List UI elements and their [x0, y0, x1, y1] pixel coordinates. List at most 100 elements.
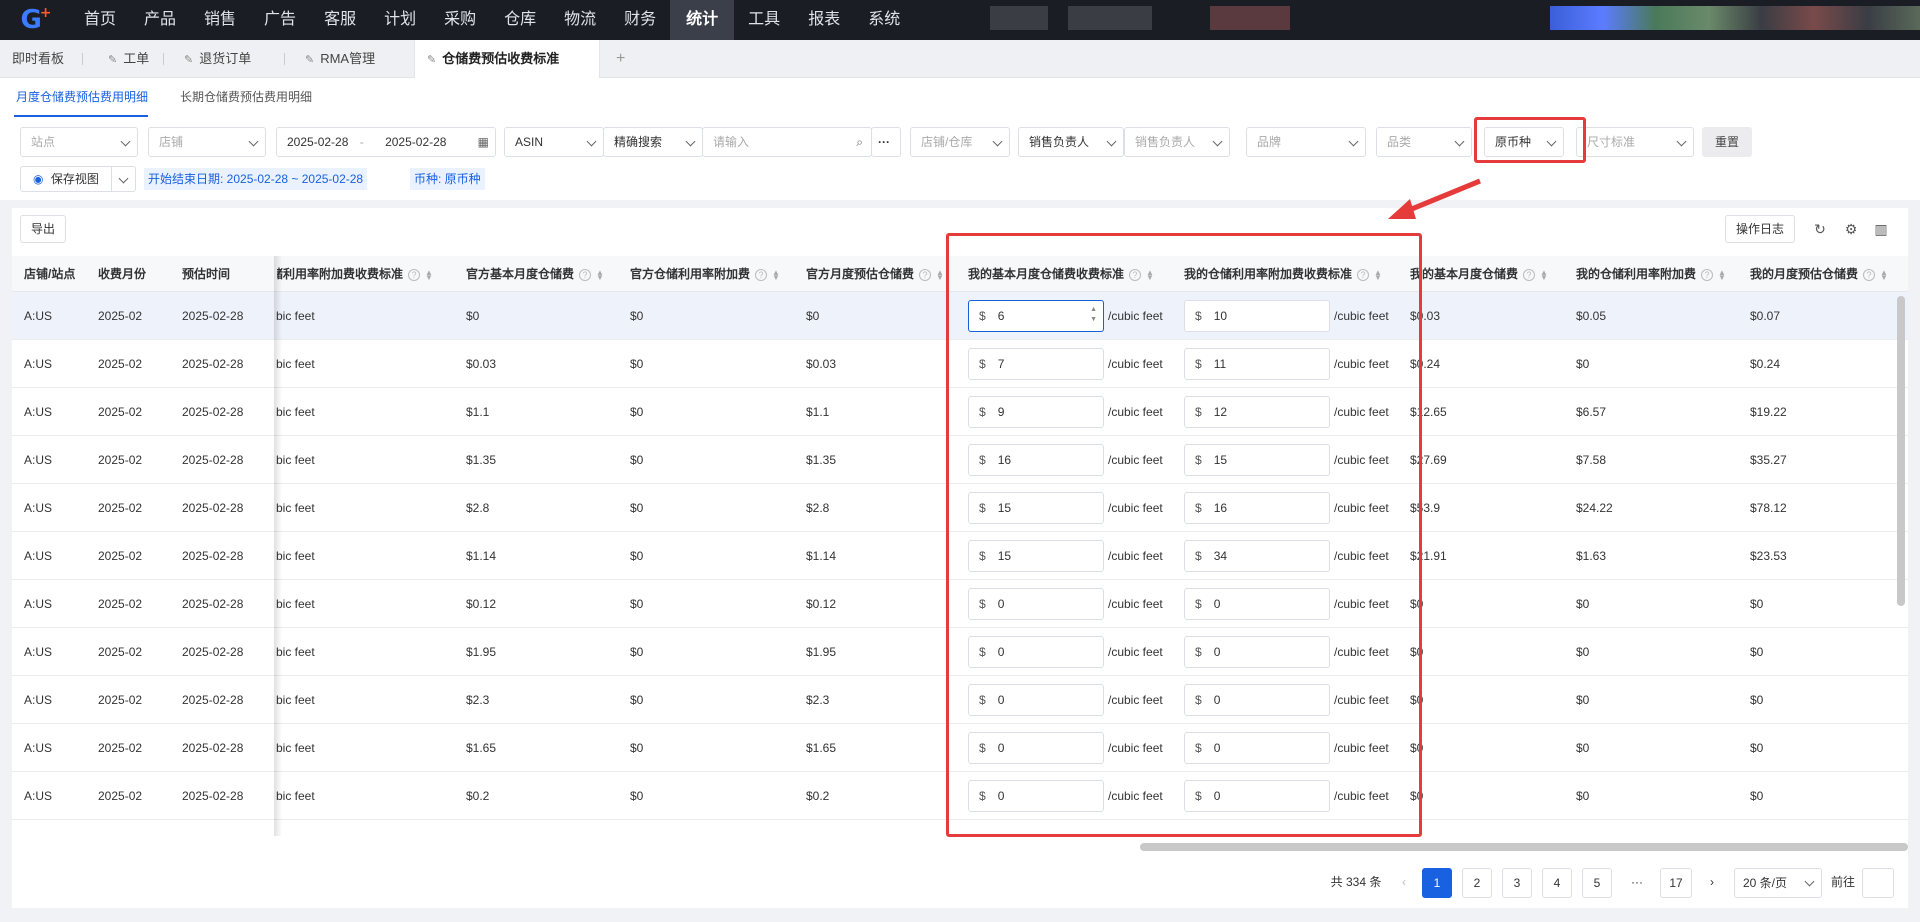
help-icon[interactable]: ?: [1863, 268, 1876, 281]
table-cell: $23.53: [1750, 549, 1787, 563]
add-tab-button[interactable]: +: [616, 40, 625, 78]
more-options-button[interactable]: ···: [871, 127, 901, 157]
nav-item[interactable]: 首页: [70, 0, 130, 40]
nav-item[interactable]: 销售: [190, 0, 250, 40]
store-warehouse-select[interactable]: 店铺/仓库: [910, 127, 1010, 157]
column-header[interactable]: 收费月份: [98, 256, 178, 292]
tab-return-orders[interactable]: ✎ 退货订单: [172, 40, 263, 78]
help-icon[interactable]: ?: [1701, 268, 1714, 281]
column-header[interactable]: 我的仓储利用率附加费? ▲ ▼: [1576, 256, 1746, 292]
pagination-ellipsis[interactable]: ···: [1622, 868, 1652, 898]
columns-icon[interactable]: ▥: [1872, 220, 1890, 238]
nav-item[interactable]: 采购: [430, 0, 490, 40]
blurred-user-info: [1550, 6, 1920, 30]
site-select[interactable]: 站点: [20, 127, 138, 157]
column-header[interactable]: 官方基本月度仓储费? ▲ ▼: [466, 256, 626, 292]
tab-dashboard[interactable]: 即时看板: [0, 40, 76, 78]
table-cell: $1.35: [806, 453, 837, 467]
column-header[interactable]: 我的基本月度仓储费? ▲ ▼: [1410, 256, 1570, 292]
sales-owner-value-select[interactable]: 销售负责人: [1124, 127, 1230, 157]
subtab-monthly[interactable]: 月度仓储费预估费用明细: [16, 88, 148, 105]
tab-work-order[interactable]: ✎ 工单: [96, 40, 161, 78]
table-cell: $1.65: [466, 741, 497, 755]
sales-owner-select[interactable]: 销售负责人: [1018, 127, 1124, 157]
sort-icon[interactable]: ▲ ▼: [1880, 268, 1888, 281]
nav-item[interactable]: 广告: [250, 0, 310, 40]
filter-chip-currency[interactable]: 币种: 原币种: [410, 168, 485, 190]
refresh-icon[interactable]: ↻: [1811, 220, 1829, 238]
search-input[interactable]: 请输入 ⌕: [702, 127, 872, 157]
help-icon[interactable]: ?: [408, 268, 421, 281]
column-header[interactable]: 预估时间: [182, 256, 272, 292]
operation-log-button[interactable]: 操作日志: [1725, 215, 1795, 243]
save-view-button[interactable]: ◉ 保存视图: [20, 166, 136, 192]
page-button[interactable]: 5: [1582, 868, 1612, 898]
brand-select[interactable]: 品牌: [1246, 127, 1366, 157]
pin-icon[interactable]: ✎: [427, 54, 436, 66]
tab-rma[interactable]: ✎ RMA管理: [293, 40, 387, 78]
page-button[interactable]: 2: [1462, 868, 1492, 898]
reset-button[interactable]: 重置: [1702, 127, 1752, 157]
column-header[interactable]: 我的月度预估仓储费? ▲ ▼: [1750, 256, 1900, 292]
page-button[interactable]: 17: [1660, 868, 1692, 898]
store-select[interactable]: 店铺: [148, 127, 266, 157]
table-cell: 2025-02: [98, 549, 143, 563]
filter-chip-date[interactable]: 开始结束日期: 2025-02-28 ~ 2025-02-28: [144, 168, 368, 190]
nav-item[interactable]: 产品: [130, 0, 190, 40]
nav-item[interactable]: 计划: [370, 0, 430, 40]
asin-select[interactable]: ASIN: [504, 127, 604, 157]
table-cell: $0: [1750, 693, 1764, 707]
pin-icon[interactable]: ✎: [184, 54, 193, 66]
nav-item[interactable]: 系统: [854, 0, 914, 40]
help-icon[interactable]: ?: [919, 268, 932, 281]
subtab-long-term[interactable]: 长期仓储费预估费用明细: [180, 88, 312, 105]
page-button[interactable]: 3: [1502, 868, 1532, 898]
help-icon[interactable]: ?: [1523, 268, 1536, 281]
table-cell: $78.12: [1750, 501, 1787, 515]
pin-icon[interactable]: ✎: [305, 54, 314, 66]
column-header[interactable]: 店铺/站点: [24, 256, 94, 292]
nav-item[interactable]: 工具: [734, 0, 794, 40]
sort-icon[interactable]: ▲ ▼: [1540, 268, 1548, 281]
column-header[interactable]: 仓储利用率附加费收费标准?▲▼: [277, 256, 457, 292]
table-cell: A:US: [24, 309, 53, 323]
sort-icon[interactable]: ▲ ▼: [596, 268, 604, 281]
settings-icon[interactable]: ⚙: [1842, 220, 1860, 238]
table-cell: $6.57: [1576, 405, 1607, 419]
nav-item[interactable]: 客服: [310, 0, 370, 40]
pagination-next[interactable]: ›: [1702, 868, 1722, 898]
nav-item[interactable]: 报表: [794, 0, 854, 40]
chevron-down-icon[interactable]: [118, 173, 129, 184]
nav-item[interactable]: 仓库: [490, 0, 550, 40]
nav-item[interactable]: 物流: [550, 0, 610, 40]
nav-item[interactable]: 财务: [610, 0, 670, 40]
column-header[interactable]: 官方仓储利用率附加费? ▲ ▼: [630, 256, 800, 292]
pin-icon[interactable]: ✎: [108, 54, 117, 66]
table-cell: $0: [1576, 741, 1590, 755]
help-icon[interactable]: ?: [755, 268, 768, 281]
search-mode-select[interactable]: 精确搜索: [603, 127, 703, 157]
category-select[interactable]: 品类: [1376, 127, 1472, 157]
nav-item[interactable]: 统计: [670, 0, 735, 40]
page-button[interactable]: 4: [1542, 868, 1572, 898]
table-cell: 2025-02: [98, 357, 143, 371]
export-button[interactable]: 导出: [20, 215, 66, 243]
pagination-prev[interactable]: ‹: [1394, 868, 1414, 898]
column-header[interactable]: 官方月度预估仓储费? ▲ ▼: [806, 256, 956, 292]
help-icon[interactable]: ?: [579, 268, 592, 281]
tab-storage-fee-standard[interactable]: ✎ 仓储费预估收费标准: [414, 40, 600, 78]
date-range-picker[interactable]: 2025-02-28 - 2025-02-28 ▦: [276, 127, 496, 157]
sort-icon[interactable]: ▲ ▼: [1718, 268, 1726, 281]
goto-page-input[interactable]: [1862, 868, 1894, 898]
page-button[interactable]: 1: [1422, 868, 1452, 898]
page-size-select[interactable]: 20 条/页: [1734, 868, 1822, 898]
table-cell: $53.9: [1410, 501, 1441, 515]
sort-icon[interactable]: ▲ ▼: [772, 268, 780, 281]
sort-icon[interactable]: ▲ ▼: [936, 268, 944, 281]
size-standard-select[interactable]: 尺寸标准: [1576, 127, 1694, 157]
vertical-scrollbar[interactable]: [1897, 296, 1905, 606]
sort-icon[interactable]: ▲ ▼: [425, 268, 433, 281]
search-icon[interactable]: ⌕: [856, 128, 863, 156]
app-logo[interactable]: G+: [0, 0, 70, 40]
horizontal-scrollbar[interactable]: [1140, 843, 1908, 851]
